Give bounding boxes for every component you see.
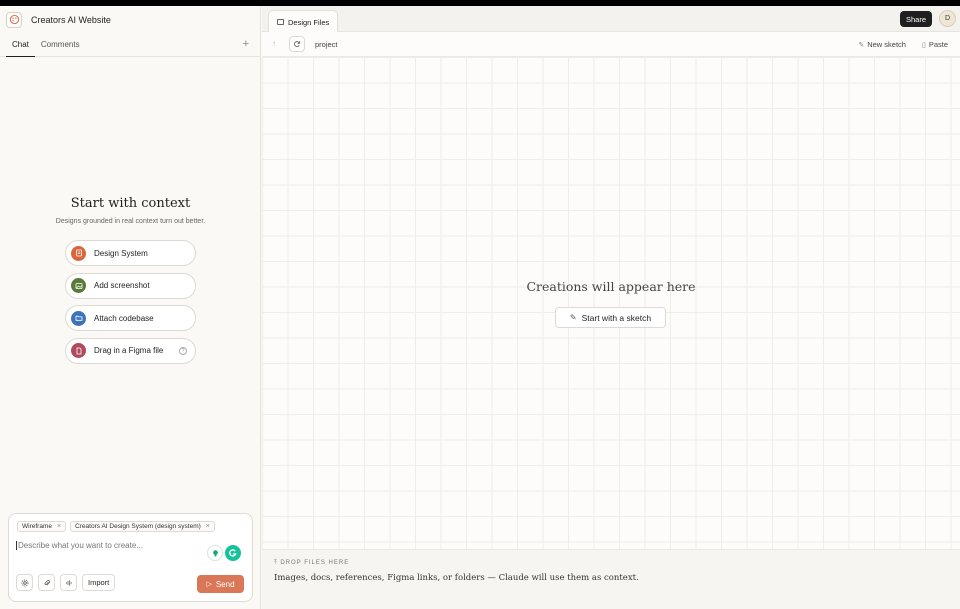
context-subtitle: Designs grounded in real context turn ou…: [55, 218, 206, 225]
new-sketch-label: New sketch: [867, 40, 906, 49]
project-title: Creators AI Website: [31, 14, 111, 25]
avatar[interactable]: D: [939, 10, 956, 27]
folder-icon: [71, 310, 86, 326]
chip-label: Wireframe: [22, 523, 52, 530]
lightbulb-icon[interactable]: [207, 545, 223, 561]
attach-codebase-label: Attach codebase: [94, 313, 154, 323]
design-system-label: Design System: [94, 248, 148, 258]
window-icon: [277, 19, 284, 25]
new-sketch-button[interactable]: ✎ New sketch: [858, 40, 906, 49]
panel-tabs: Chat Comments +: [0, 33, 261, 57]
context-chips: Wireframe × Creators AI Design System (d…: [17, 521, 215, 532]
files-panel: Design Files Share D ↑ project ✎ New sket…: [262, 6, 960, 609]
design-system-button[interactable]: Design System: [65, 240, 196, 266]
toolbar-actions: ✎ New sketch ▯ Paste: [858, 40, 948, 49]
empty-state-title: Creations will appear here: [526, 279, 696, 294]
app-window: Creators AI Website Chat Comments + Star…: [0, 6, 960, 609]
context-section: Start with context Designs grounded in r…: [0, 196, 261, 364]
add-screenshot-button[interactable]: Add screenshot: [65, 272, 196, 299]
audio-wave-icon[interactable]: [60, 574, 77, 591]
chat-panel: Creators AI Website Chat Comments + Star…: [0, 6, 261, 609]
drop-zone[interactable]: ⤒ DROP FILES HERE Images, docs, referenc…: [262, 549, 960, 609]
refresh-icon[interactable]: [289, 36, 305, 52]
design-system-icon: [71, 245, 86, 261]
project-header: Creators AI Website: [0, 6, 260, 33]
chip-label: Creators AI Design System (design system…: [75, 523, 201, 530]
chip-wireframe[interactable]: Wireframe ×: [17, 521, 67, 532]
send-button[interactable]: ▷ Send: [197, 575, 244, 593]
figma-file-button[interactable]: Drag in a Figma file ?: [65, 337, 196, 364]
image-icon: [71, 278, 86, 293]
context-title: Start with context: [70, 196, 191, 211]
attach-codebase-button[interactable]: Attach codebase: [65, 305, 196, 331]
composer: Wireframe × Creators AI Design System (d…: [8, 513, 253, 602]
paperclip-icon[interactable]: [38, 574, 55, 591]
drop-zone-heading: ⤒ DROP FILES HERE: [274, 560, 349, 567]
drop-zone-text: Images, docs, references, Figma links, o…: [274, 573, 639, 583]
tab-chat[interactable]: Chat: [6, 33, 35, 57]
canvas-grid[interactable]: Creations will appear here ✎ Start with …: [262, 57, 960, 549]
arrow-up-icon[interactable]: ↑: [272, 39, 276, 48]
drop-zone-heading-text: DROP FILES HERE: [280, 560, 350, 566]
breadcrumb[interactable]: project: [315, 40, 338, 49]
tab-design-files[interactable]: Design Files: [268, 10, 338, 33]
chip-design-system[interactable]: Creators AI Design System (design system…: [70, 521, 215, 532]
import-button[interactable]: Import: [82, 574, 116, 591]
plus-icon[interactable]: +: [243, 38, 249, 50]
share-button[interactable]: Share: [899, 11, 932, 27]
context-options: Design System Add screenshot Attach code…: [65, 240, 196, 370]
settings-icon[interactable]: [16, 574, 33, 591]
clipboard-icon: ▯: [921, 42, 926, 49]
close-icon[interactable]: ×: [57, 523, 61, 530]
add-screenshot-label: Add screenshot: [94, 281, 150, 290]
file-tab-bar: Design Files Share D: [262, 6, 960, 33]
grammarly-icon[interactable]: [225, 545, 241, 561]
composer-tools: Import: [16, 574, 116, 591]
figma-file-label: Drag in a Figma file: [94, 346, 164, 355]
close-icon[interactable]: ×: [206, 523, 210, 530]
file-icon: [71, 343, 86, 358]
pencil-icon: ✎: [569, 313, 577, 322]
tab-label: Design Files: [288, 17, 330, 27]
start-sketch-label: Start with a sketch: [581, 312, 652, 323]
paste-label: Paste: [928, 40, 948, 49]
extension-icons: [207, 545, 241, 561]
send-label: Send: [215, 579, 235, 589]
tab-comments[interactable]: Comments: [35, 33, 86, 56]
palette-icon[interactable]: [6, 11, 22, 28]
paste-button[interactable]: ▯ Paste: [922, 40, 948, 49]
prompt-input[interactable]: [16, 541, 196, 550]
file-toolbar: ↑ project ✎ New sketch ▯ Paste: [262, 32, 960, 57]
send-icon: ▷: [206, 581, 212, 588]
start-sketch-button[interactable]: ✎ Start with a sketch: [555, 307, 666, 328]
pencil-icon: ✎: [858, 42, 865, 49]
help-icon[interactable]: ?: [179, 346, 187, 355]
